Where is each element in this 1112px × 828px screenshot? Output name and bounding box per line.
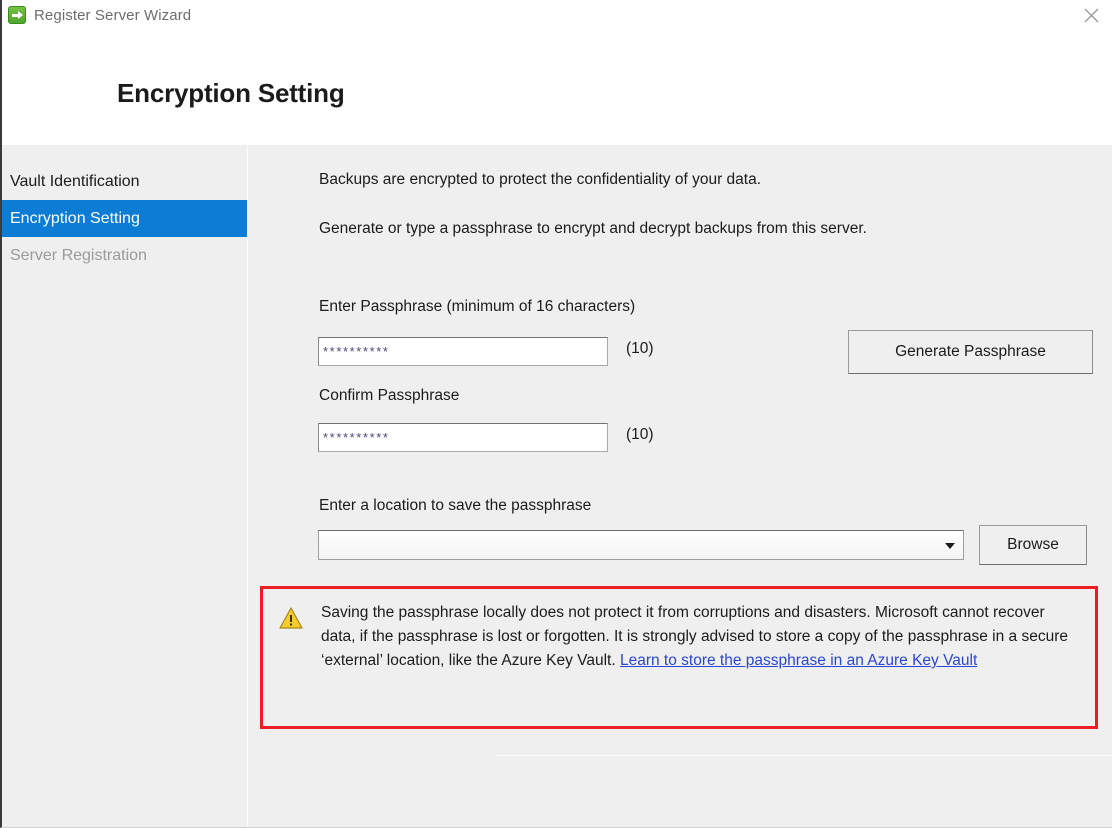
confirm-passphrase-label: Confirm Passphrase [319,387,460,404]
confirm-passphrase-char-count: (10) [626,426,654,443]
body-area: Vault Identification Encryption Setting … [2,145,1112,827]
sidebar-item-label: Server Registration [10,246,147,264]
footer-button-bar: < Previous Next > Finish Cancel [496,756,1112,827]
content-pane: Backups are encrypted to protect the con… [249,145,1112,827]
sidebar-item-encryption-setting[interactable]: Encryption Setting [2,200,247,237]
generate-passphrase-button[interactable]: Generate Passphrase [848,330,1093,374]
passphrase-char-count: (10) [626,340,654,357]
sidebar-item-vault-identification[interactable]: Vault Identification [2,163,247,200]
sidebar-item-label: Vault Identification [10,172,140,190]
passphrase-label: Enter Passphrase (minimum of 16 characte… [319,298,636,315]
sidebar-item-label: Encryption Setting [10,209,140,227]
close-icon[interactable] [1068,0,1112,30]
wizard-steps-sidebar: Vault Identification Encryption Setting … [2,145,248,827]
sidebar-item-server-registration: Server Registration [2,237,247,274]
header-area: Encryption Setting [2,30,1112,145]
azure-key-vault-link[interactable]: Learn to store the passphrase in an Azur… [620,652,977,669]
browse-button[interactable]: Browse [979,525,1087,565]
warning-triangle-icon [279,607,303,629]
title-bar: Register Server Wizard [2,0,1112,31]
sidebar-step-list: Vault Identification Encryption Setting … [2,145,247,274]
window-title: Register Server Wizard [34,6,192,24]
page-title: Encryption Setting [117,78,345,108]
warning-box: Saving the passphrase locally does not p… [260,586,1098,729]
location-combobox[interactable] [318,530,964,560]
green-arrow-icon [8,6,26,24]
location-label: Enter a location to save the passphrase [319,497,592,514]
warning-text: Saving the passphrase locally does not p… [321,601,1081,673]
intro-text-line-2: Generate or type a passphrase to encrypt… [319,220,867,237]
intro-text-line-1: Backups are encrypted to protect the con… [319,171,762,188]
register-server-wizard-window: Register Server Wizard Encryption Settin… [0,0,1112,828]
passphrase-input[interactable]: ********** [318,337,608,366]
chevron-down-icon[interactable] [945,543,955,549]
confirm-passphrase-input[interactable]: ********** [318,423,608,452]
